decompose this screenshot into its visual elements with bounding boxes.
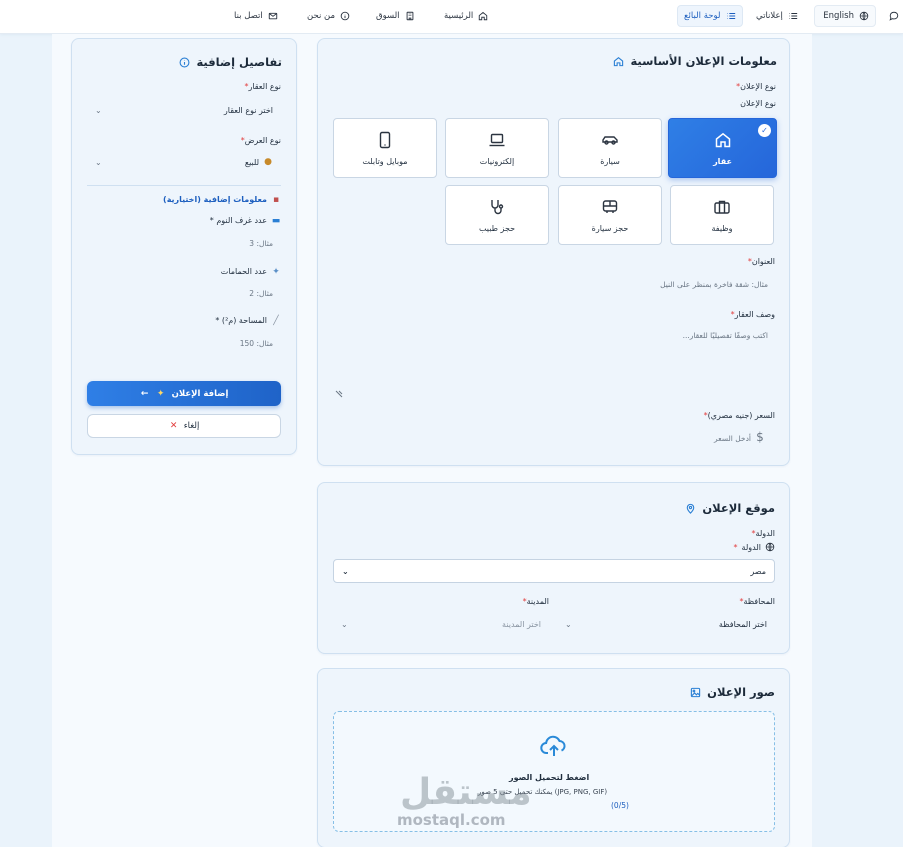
country-select[interactable]: مصر ⌄ [333, 559, 775, 583]
offer-type-label: نوع العرض* [240, 136, 281, 145]
home-icon [478, 11, 488, 21]
cancel-button[interactable]: إلغاء ✕ [87, 414, 281, 438]
type-tile-doctor-booking[interactable]: حجز طبيب [445, 185, 549, 245]
nav-seller-dashboard[interactable]: لوحة البائع [677, 5, 743, 27]
basic-info-card: معلومات الإعلان الأساسية نوع الإعلان* نو… [317, 38, 790, 466]
property-type-select[interactable]: اختر نوع العقار ⌄ [95, 100, 273, 120]
governorate-label: المحافظة* [739, 597, 775, 606]
nav-market[interactable]: السوق [370, 5, 421, 27]
envelope-icon [268, 11, 278, 21]
home-icon [613, 56, 624, 67]
watermark-url: mostaql.com [397, 811, 506, 829]
title-input[interactable]: مثال: شقة فاخرة بمنظر على النيل [660, 280, 768, 289]
ad-type-sublabel: نوع الإعلان [740, 99, 776, 108]
nav-contact[interactable]: اتصل بنا [228, 5, 284, 27]
info-icon [179, 57, 190, 68]
list-icon [788, 11, 798, 21]
language-switch[interactable]: English [814, 5, 876, 27]
location-title: موقع الإعلان [685, 501, 775, 515]
building-icon [405, 11, 415, 21]
basic-info-title: معلومات الإعلان الأساسية [613, 54, 777, 68]
bathrooms-label: ✦ عدد الحمامات [220, 267, 280, 277]
home-icon [714, 131, 732, 149]
language-label: English [823, 11, 854, 21]
laptop-icon [488, 131, 506, 149]
area-label: ╱ المساحة (م²) * [215, 316, 281, 326]
image-icon [690, 687, 701, 698]
bedrooms-label: ▬ عدد غرف النوم * [209, 216, 281, 226]
clipboard-icon: ▪ [272, 195, 280, 205]
list-icon [726, 11, 736, 21]
car-icon [601, 131, 619, 149]
governorate-select[interactable]: اختر المحافظة ⌄ [565, 614, 767, 634]
country-label: الدولة* [751, 529, 775, 538]
country-sublabel: الدولة * [734, 542, 775, 552]
description-textarea[interactable]: اكتب وصفًا تفصيليًا للعقار... [683, 331, 768, 340]
type-tile-job[interactable]: وظيفة [670, 185, 774, 245]
nav-my-ads[interactable]: إعلاناتي [750, 5, 804, 27]
close-icon: ✕ [169, 421, 178, 431]
arrow-left-icon: ← [140, 388, 149, 399]
offer-type-select[interactable]: ● للبيع ⌄ [95, 152, 273, 172]
nav-home[interactable]: الرئيسية [438, 5, 494, 27]
globe-icon [859, 11, 869, 21]
resize-handle-icon[interactable] [334, 388, 344, 398]
chevron-down-icon: ⌄ [342, 566, 349, 576]
type-tile-mobile-tablet[interactable]: موبايل وتابلت [333, 118, 437, 178]
divider [87, 185, 281, 186]
globe-icon [765, 542, 775, 552]
stethoscope-icon [488, 198, 506, 216]
extra-details-title: تفاصيل إضافية [179, 55, 282, 69]
nav-about[interactable]: من نحن [301, 5, 356, 27]
chevron-down-icon: ⌄ [341, 619, 348, 629]
ruler-icon: ╱ [273, 316, 279, 326]
type-tile-electronics[interactable]: إلكترونيات [445, 118, 549, 178]
description-label: وصف العقار* [730, 310, 775, 319]
briefcase-icon [713, 198, 731, 216]
chevron-down-icon: ⌄ [95, 157, 102, 167]
type-tile-car-booking[interactable]: حجز سيارة [558, 185, 662, 245]
chevron-down-icon: ⌄ [565, 619, 572, 629]
ad-type-label: نوع الإعلان* [736, 82, 776, 91]
bed-icon: ▬ [271, 216, 281, 226]
info-icon [340, 11, 350, 21]
tablet-icon [376, 131, 394, 149]
area-input[interactable]: مثال: 150 [240, 339, 273, 348]
bathrooms-input[interactable]: مثال: 2 [249, 289, 273, 298]
type-tile-car[interactable]: سيارة [558, 118, 662, 178]
price-label: السعر (جنيه مصري)* [703, 411, 775, 420]
watermark-logo: مستقل [400, 772, 532, 813]
map-pin-icon [685, 503, 696, 514]
chevron-down-icon: ⌄ [95, 105, 102, 115]
cloud-upload-icon [540, 735, 568, 759]
top-navbar: English إعلاناتي لوحة البائع الرئيسية ال… [0, 0, 903, 34]
check-icon: ✓ [758, 124, 771, 137]
chat-icon[interactable] [889, 11, 899, 21]
city-select[interactable]: اختر المدينة ⌄ [341, 614, 541, 634]
bedrooms-input[interactable]: مثال: 3 [249, 239, 273, 248]
type-tile-property[interactable]: ✓ عقار [668, 118, 777, 178]
property-type-label: نوع العقار* [244, 82, 281, 91]
title-label: العنوان* [747, 257, 775, 266]
shower-icon: ✦ [272, 267, 280, 277]
city-label: المدينة* [522, 597, 549, 606]
photos-title: صور الإعلان [690, 685, 775, 699]
upload-count: (0/5) [611, 801, 629, 810]
sparkles-icon: ✦ [156, 388, 165, 399]
submit-ad-button[interactable]: إضافة الإعلان ✦ ← [87, 381, 281, 406]
dollar-icon: $ [756, 430, 764, 444]
optional-info-title: ▪ معلومات إضافية (اختيارية) [163, 195, 280, 205]
money-bag-icon: ● [264, 157, 272, 167]
price-input[interactable]: أدخل السعر [714, 434, 751, 443]
bus-icon [601, 198, 619, 216]
